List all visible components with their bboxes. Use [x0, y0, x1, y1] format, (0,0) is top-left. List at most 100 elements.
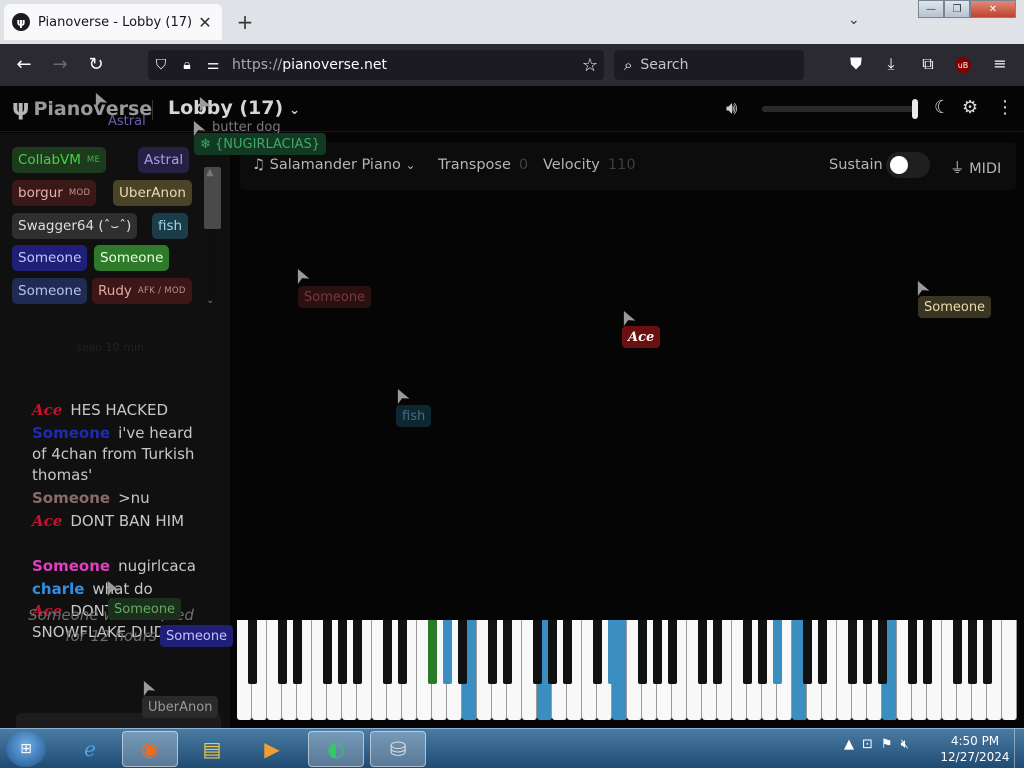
- sustain-toggle[interactable]: [886, 152, 930, 178]
- black-key[interactable]: [457, 620, 467, 684]
- volume-muted-icon[interactable]: 🔇︎: [901, 737, 909, 752]
- reload-icon[interactable]: ↻: [84, 54, 108, 75]
- chat-author[interactable]: Someone: [32, 424, 110, 442]
- back-arrow-icon[interactable]: ←: [12, 54, 36, 75]
- black-key[interactable]: [757, 620, 767, 684]
- file-explorer-icon[interactable]: ▤: [184, 731, 240, 767]
- menu-icon[interactable]: ≡: [989, 54, 1011, 73]
- user-chip[interactable]: Someone: [12, 278, 88, 304]
- black-key[interactable]: [802, 620, 812, 684]
- url-bar[interactable]: ⛉ 🔒︎ ⚌ https://pianoverse.net ☆: [148, 50, 604, 80]
- black-key[interactable]: [322, 620, 332, 684]
- app-icon[interactable]: ⛁: [370, 731, 426, 767]
- black-key[interactable]: [952, 620, 962, 684]
- browser-tab[interactable]: ψ Pianoverse - Lobby (17) ✕: [4, 4, 222, 40]
- black-key[interactable]: [967, 620, 977, 684]
- user-chip[interactable]: Someone: [94, 245, 170, 271]
- permissions-icon[interactable]: ⚌: [200, 57, 226, 73]
- more-options-icon[interactable]: ⋮: [996, 97, 1014, 118]
- black-key[interactable]: [607, 620, 617, 684]
- black-key[interactable]: [292, 620, 302, 684]
- restore-button[interactable]: ❐: [944, 0, 970, 18]
- velocity-control[interactable]: Velocity 110: [543, 157, 636, 173]
- midi-button[interactable]: ⏚ MIDI: [950, 157, 1001, 178]
- volume-icon[interactable]: 🔊︎: [726, 98, 737, 119]
- black-key[interactable]: [922, 620, 932, 684]
- black-key[interactable]: [277, 620, 287, 684]
- ublock-icon[interactable]: uB: [955, 57, 971, 73]
- black-key[interactable]: [562, 620, 572, 684]
- user-chip[interactable]: UberAnon: [113, 180, 192, 206]
- start-button[interactable]: ⊞: [6, 731, 46, 767]
- user-chip[interactable]: Astral: [138, 147, 190, 173]
- black-key[interactable]: [442, 620, 452, 684]
- search-input[interactable]: ⌕ Search: [614, 50, 804, 80]
- show-hidden-icons-icon[interactable]: ▲: [844, 737, 854, 752]
- forward-arrow-icon[interactable]: →: [48, 54, 72, 75]
- black-key[interactable]: [907, 620, 917, 684]
- close-tab-icon[interactable]: ✕: [196, 13, 214, 32]
- instrument-select[interactable]: ♫ Salamander Piano ⌄: [252, 157, 416, 173]
- black-key[interactable]: [247, 620, 257, 684]
- media-player-icon[interactable]: ▶: [244, 731, 300, 767]
- flag-icon[interactable]: ⚑: [881, 737, 893, 752]
- collabvm-icon[interactable]: ◐: [308, 731, 364, 767]
- dark-mode-moon-icon[interactable]: ☾: [934, 97, 950, 118]
- lock-icon[interactable]: 🔒︎: [174, 57, 200, 73]
- list-all-tabs-icon[interactable]: ⌄: [848, 12, 860, 28]
- internet-explorer-icon[interactable]: ℯ: [62, 731, 118, 767]
- black-key[interactable]: [397, 620, 407, 684]
- new-tab-button[interactable]: +: [234, 10, 256, 34]
- scroll-up-icon[interactable]: ▲: [206, 167, 214, 178]
- black-key[interactable]: [817, 620, 827, 684]
- user-chip[interactable]: CollabVM ME: [12, 147, 107, 173]
- window-close-button[interactable]: ✕: [970, 0, 1016, 18]
- black-key[interactable]: [427, 620, 437, 684]
- user-chip[interactable]: Rudy AFK / MOD: [92, 278, 192, 304]
- black-key[interactable]: [352, 620, 362, 684]
- minimize-button[interactable]: —: [918, 0, 944, 18]
- downloads-icon[interactable]: ⤓: [880, 54, 902, 74]
- user-chip[interactable]: Someone: [12, 245, 88, 271]
- chat-author[interactable]: Someone: [32, 557, 110, 575]
- piano-keyboard[interactable]: [237, 620, 1017, 720]
- black-key[interactable]: [772, 620, 782, 684]
- transpose-control[interactable]: Transpose 0: [438, 157, 528, 173]
- chat-author[interactable]: Ace: [32, 401, 62, 419]
- pocket-icon[interactable]: ⛊: [845, 54, 867, 74]
- extensions-icon[interactable]: ⧉: [917, 54, 939, 74]
- black-key[interactable]: [592, 620, 602, 684]
- black-key[interactable]: [502, 620, 512, 684]
- black-key[interactable]: [547, 620, 557, 684]
- black-key[interactable]: [487, 620, 497, 684]
- chat-author[interactable]: charle: [32, 580, 84, 598]
- black-key[interactable]: [982, 620, 992, 684]
- settings-gear-icon[interactable]: ⚙: [962, 97, 978, 118]
- scroll-down-icon[interactable]: ⌄: [206, 295, 214, 306]
- black-key[interactable]: [652, 620, 662, 684]
- user-chip[interactable]: fish: [152, 213, 189, 239]
- network-icon[interactable]: ⊡: [862, 737, 873, 752]
- white-key[interactable]: [1002, 620, 1017, 720]
- shield-icon[interactable]: ⛉: [148, 57, 174, 73]
- black-key[interactable]: [337, 620, 347, 684]
- bookmark-star-icon[interactable]: ☆: [582, 55, 598, 76]
- black-key[interactable]: [637, 620, 647, 684]
- black-key[interactable]: [742, 620, 752, 684]
- black-key[interactable]: [712, 620, 722, 684]
- black-key[interactable]: [847, 620, 857, 684]
- black-key[interactable]: [877, 620, 887, 684]
- black-key[interactable]: [697, 620, 707, 684]
- volume-slider-thumb[interactable]: [912, 99, 918, 119]
- volume-slider[interactable]: [762, 106, 918, 112]
- user-chip[interactable]: borgur MOD: [12, 180, 97, 206]
- black-key[interactable]: [862, 620, 872, 684]
- show-desktop-button[interactable]: [1014, 729, 1024, 768]
- user-chip[interactable]: Swagger64 (ˆ⌣ˆ): [12, 213, 138, 239]
- firefox-icon[interactable]: ◉: [122, 731, 178, 767]
- black-key[interactable]: [382, 620, 392, 684]
- chat-author[interactable]: Ace: [32, 512, 62, 530]
- clock[interactable]: 4:50 PM 12/27/2024: [940, 733, 1010, 765]
- black-key[interactable]: [532, 620, 542, 684]
- black-key[interactable]: [667, 620, 677, 684]
